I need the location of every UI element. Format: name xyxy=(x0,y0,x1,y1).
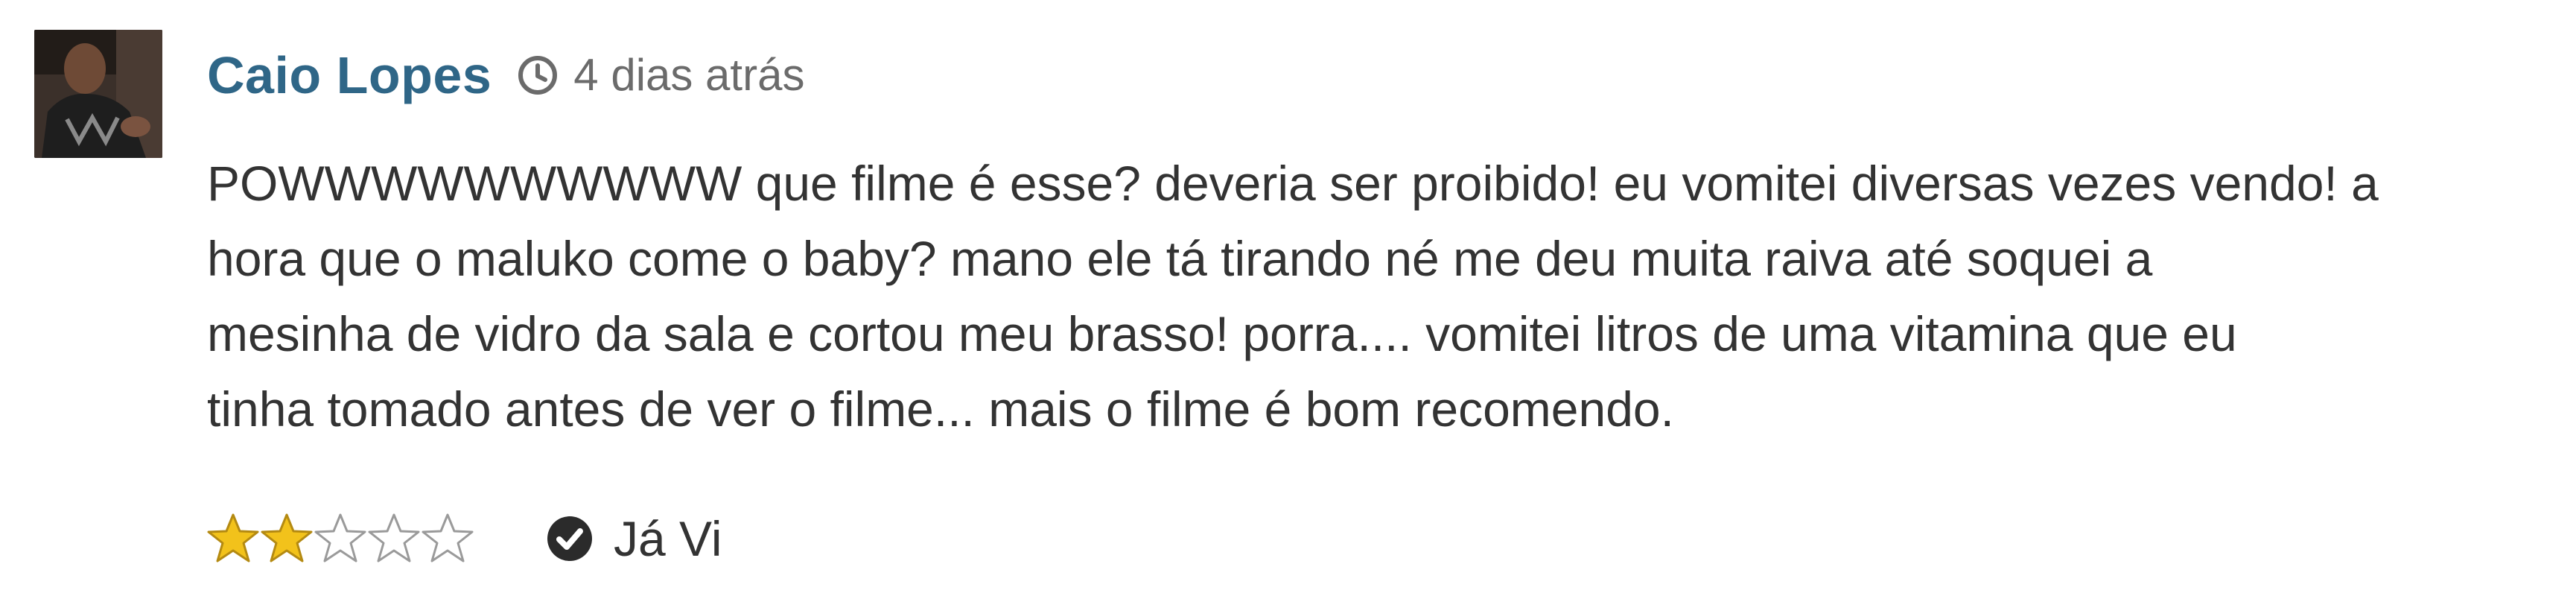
author-name[interactable]: Caio Lopes xyxy=(207,49,492,101)
time-ago: 4 dias atrás xyxy=(573,50,805,100)
star-empty-icon[interactable] xyxy=(313,512,368,565)
seen-label: Já Vi xyxy=(614,511,722,566)
seen-badge[interactable]: Já Vi xyxy=(545,514,722,563)
comment-line: POWWWWWWWWWW que filme é esse? deveria s… xyxy=(207,156,2379,211)
star-rating xyxy=(206,512,474,565)
comment-header: Caio Lopes 4 dias atrás xyxy=(207,42,804,109)
star-filled-icon[interactable] xyxy=(259,512,314,565)
star-filled-icon[interactable] xyxy=(206,512,261,565)
avatar[interactable] xyxy=(34,30,162,158)
comment-line: mesinha de vidro da sala e cortou meu br… xyxy=(207,306,2237,361)
avatar-image xyxy=(34,30,162,158)
clock-icon xyxy=(517,54,559,96)
comment-line: hora que o maluko come o baby? mano ele … xyxy=(207,231,2153,286)
comment-footer: Já Vi xyxy=(206,505,722,572)
check-circle-icon xyxy=(545,514,594,563)
comment-text: POWWWWWWWWWW que filme é esse? deveria s… xyxy=(207,146,2560,447)
star-empty-icon[interactable] xyxy=(420,512,475,565)
star-empty-icon[interactable] xyxy=(366,512,422,565)
comment-line: tinha tomado antes de ver o filme... mai… xyxy=(207,381,1674,437)
comment-card: Caio Lopes 4 dias atrás POWWWWWWWWWW que… xyxy=(0,0,2576,596)
